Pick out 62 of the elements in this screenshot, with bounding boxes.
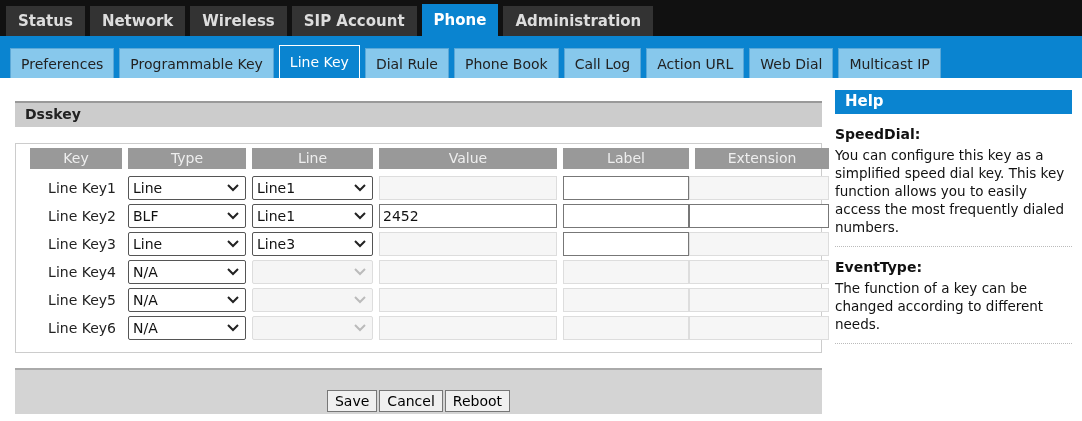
chevron-icon xyxy=(354,240,366,248)
chevron-icon xyxy=(354,296,366,304)
help-title: Help xyxy=(835,90,1072,114)
table-cell-text: Line Key2 xyxy=(47,207,117,226)
sub-tab[interactable]: Phone Book xyxy=(453,48,559,78)
help-text: The function of a key can be changed according to different needs. xyxy=(835,279,1045,333)
sub-tab[interactable]: Multicast IP xyxy=(838,48,941,78)
nav-tab[interactable]: SIP Account xyxy=(291,6,417,36)
action-button[interactable]: Reboot xyxy=(444,390,510,412)
type-select[interactable]: N/A xyxy=(128,316,246,340)
column-header: Value xyxy=(379,148,557,169)
nav-tab[interactable]: Administration xyxy=(503,6,654,36)
help-heading: EventType: xyxy=(835,259,923,275)
type-select[interactable]: N/A xyxy=(128,260,246,284)
chevron-icon xyxy=(227,184,239,192)
sub-tab[interactable]: Programmable Key xyxy=(119,48,274,78)
type-select[interactable]: Line xyxy=(128,232,246,256)
extension-field[interactable] xyxy=(689,204,829,228)
sub-tab[interactable]: Call Log xyxy=(563,48,642,78)
chevron-icon xyxy=(227,240,239,248)
type-select[interactable]: BLF xyxy=(128,204,246,228)
chevron-icon xyxy=(354,184,366,192)
table-cell-text: Line Key3 xyxy=(47,235,117,254)
nav-tab[interactable]: Status xyxy=(6,6,85,36)
sub-tab[interactable]: Line Key xyxy=(278,45,360,78)
label-field[interactable] xyxy=(563,204,689,228)
type-select[interactable]: Line xyxy=(128,176,246,200)
label-field[interactable] xyxy=(563,232,689,256)
nav-tab[interactable]: Phone xyxy=(421,4,499,36)
nav-tab[interactable]: Network xyxy=(89,6,186,36)
action-button[interactable]: Save xyxy=(327,390,378,412)
help-text: You can configure this key as a simplified speed dial key. This key function allows you to easily access the most frequently dialed numbers. xyxy=(835,146,1066,236)
sub-tab[interactable]: Web Dial xyxy=(749,48,834,78)
chevron-icon xyxy=(354,212,366,220)
chevron-icon xyxy=(227,268,239,276)
section-title: Dsskey xyxy=(15,101,822,127)
sub-tab[interactable]: Dial Rule xyxy=(364,48,449,78)
sub-tab[interactable]: Action URL xyxy=(646,48,745,78)
table-cell-text: Line Key6 xyxy=(47,319,117,338)
type-select[interactable]: N/A xyxy=(128,288,246,312)
chevron-icon xyxy=(354,268,366,276)
column-header: Extension xyxy=(695,148,829,169)
table-cell-text: Line Key4 xyxy=(47,263,117,282)
line-select[interactable]: Line1 xyxy=(252,204,373,228)
column-header: Label xyxy=(563,148,689,169)
chevron-icon xyxy=(227,212,239,220)
action-button[interactable]: Cancel xyxy=(379,390,443,412)
sub-tab[interactable]: Preferences xyxy=(10,48,115,78)
column-header: Line xyxy=(252,148,373,169)
label-field[interactable] xyxy=(563,176,689,200)
column-header: Type xyxy=(128,148,246,169)
line-select[interactable]: Line1 xyxy=(252,176,373,200)
table-cell-text: Line Key1 xyxy=(47,179,117,198)
nav-tab[interactable]: Wireless xyxy=(190,6,287,36)
value-field[interactable]: 2452 xyxy=(379,204,557,228)
chevron-icon xyxy=(227,296,239,304)
table-cell-text: Line Key5 xyxy=(47,291,117,310)
help-heading: SpeedDial: xyxy=(835,126,922,142)
chevron-icon xyxy=(354,324,366,332)
chevron-icon xyxy=(227,324,239,332)
column-header: Key xyxy=(30,148,122,169)
line-select[interactable]: Line3 xyxy=(252,232,373,256)
